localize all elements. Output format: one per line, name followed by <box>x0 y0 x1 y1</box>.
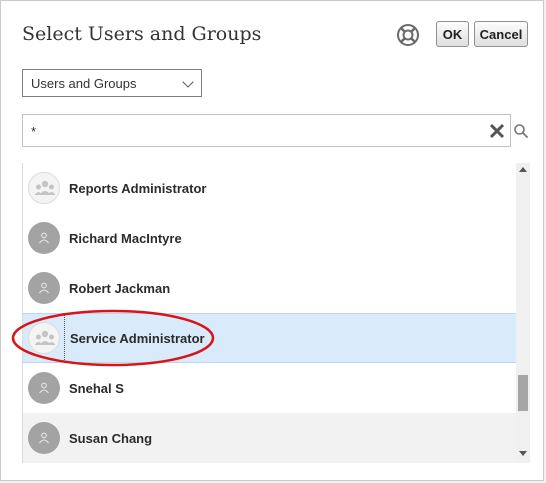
scroll-down-arrow-icon[interactable] <box>519 451 527 456</box>
user-avatar-icon <box>28 372 60 404</box>
lifebuoy-icon[interactable] <box>396 23 420 47</box>
list-item-label: Service Administrator <box>64 314 205 362</box>
scroll-thumb[interactable] <box>518 375 528 411</box>
list-item[interactable]: Snehal S <box>23 363 517 413</box>
group-icon <box>28 172 60 204</box>
list-item-label: Reports Administrator <box>69 180 207 196</box>
list-item-label: Snehal S <box>69 380 124 396</box>
user-avatar-icon <box>28 222 60 254</box>
search-icon[interactable] <box>513 123 529 139</box>
dialog-title: Select Users and Groups <box>22 23 262 45</box>
group-icon <box>28 322 60 354</box>
list-item[interactable]: Reports Administrator <box>23 163 517 213</box>
list-item-label: Richard MacIntyre <box>69 230 182 246</box>
list-item[interactable]: Richard MacIntyre <box>23 213 517 263</box>
cancel-button[interactable]: Cancel <box>474 21 528 47</box>
search-input-value: * <box>31 124 37 139</box>
user-avatar-icon <box>28 272 60 304</box>
filter-selected-value: Users and Groups <box>31 76 137 91</box>
users-groups-list: Reports Administrator Richard MacIntyre … <box>22 163 517 463</box>
list-item[interactable]: Susan Chang <box>23 413 517 463</box>
list-scrollbar[interactable] <box>516 163 530 463</box>
search-input[interactable]: * <box>22 114 511 147</box>
scroll-up-arrow-icon[interactable] <box>519 167 527 172</box>
list-item-selected[interactable]: Service Administrator <box>23 313 517 363</box>
list-item[interactable]: Robert Jackman <box>23 263 517 313</box>
users-groups-filter-select[interactable]: Users and Groups <box>22 69 202 97</box>
select-users-groups-dialog: Select Users and Groups OK Cancel Users … <box>0 0 544 481</box>
ok-button[interactable]: OK <box>436 21 469 47</box>
user-avatar-icon <box>28 422 60 454</box>
list-item-label: Robert Jackman <box>69 280 171 296</box>
chevron-down-icon <box>182 76 194 88</box>
clear-x-icon[interactable] <box>489 123 505 139</box>
list-item-label: Susan Chang <box>69 430 153 446</box>
